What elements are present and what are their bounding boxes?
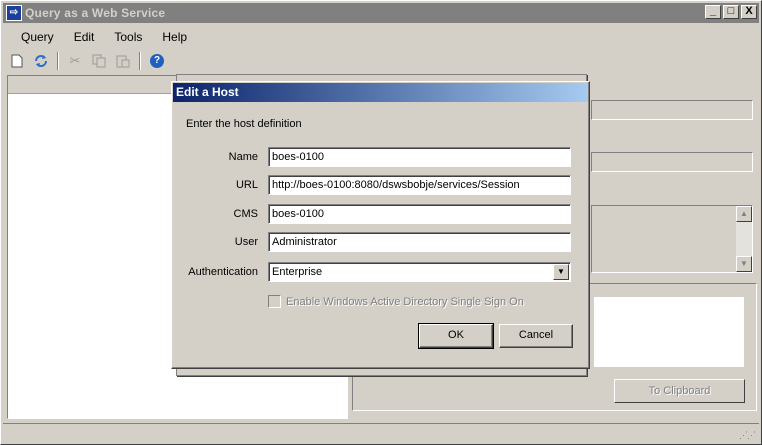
result-text-area[interactable]: [593, 296, 745, 368]
app-icon: ⇨: [6, 5, 22, 21]
sso-checkbox-row: Enable Windows Active Directory Single S…: [268, 295, 524, 308]
maximize-button[interactable]: □: [723, 5, 739, 19]
menu-edit[interactable]: Edit: [64, 28, 105, 46]
name-label: Name: [228, 151, 258, 163]
status-bar: ⋰⋰: [3, 423, 759, 443]
ok-button[interactable]: OK: [418, 323, 494, 349]
dialog-title[interactable]: Edit a Host: [173, 83, 588, 102]
user-input[interactable]: Administrator: [268, 232, 571, 252]
new-document-icon[interactable]: [7, 51, 27, 71]
user-label: User: [234, 236, 258, 248]
sso-checkbox-label: Enable Windows Active Directory Single S…: [286, 295, 524, 308]
menu-bar: Query Edit Tools Help: [11, 27, 197, 47]
toolbar: ✂ ?: [7, 50, 167, 72]
edit-host-dialog: Edit a Host Enter the host definition Na…: [171, 81, 590, 369]
name-input[interactable]: boes-0100: [268, 147, 571, 167]
detail-textarea[interactable]: ▲ ▼: [591, 205, 753, 273]
close-button[interactable]: X: [741, 5, 757, 19]
authentication-label: Authentication: [188, 266, 258, 278]
menu-query[interactable]: Query: [11, 28, 64, 46]
scrollbar[interactable]: ▲ ▼: [736, 206, 752, 272]
scroll-down-icon[interactable]: ▼: [736, 256, 752, 272]
to-clipboard-button[interactable]: To Clipboard: [614, 379, 745, 403]
refresh-icon[interactable]: [31, 51, 51, 71]
url-label: URL: [235, 179, 258, 191]
cancel-button[interactable]: Cancel: [499, 324, 573, 348]
detail-field-2[interactable]: [591, 152, 753, 172]
toolbar-separator: [57, 52, 59, 70]
menu-tools[interactable]: Tools: [104, 28, 152, 46]
sso-checkbox[interactable]: [268, 295, 281, 308]
url-input[interactable]: http://boes-0100:8080/dswsbobje/services…: [268, 175, 571, 195]
help-icon[interactable]: ?: [147, 51, 167, 71]
paste-icon[interactable]: [113, 51, 133, 71]
dialog-intro: Enter the host definition: [186, 118, 302, 130]
title-bar[interactable]: ⇨ Query as a Web Service _ □ X: [3, 3, 759, 23]
menu-help[interactable]: Help: [152, 28, 197, 46]
resize-grip-icon[interactable]: ⋰⋰: [739, 430, 756, 441]
window-title: Query as a Web Service: [25, 6, 166, 20]
cms-input[interactable]: boes-0100: [268, 204, 571, 224]
detail-field-1[interactable]: [591, 100, 753, 120]
cms-label: CMS: [233, 208, 258, 220]
cut-icon[interactable]: ✂: [65, 51, 85, 71]
authentication-value: Enterprise: [272, 266, 323, 278]
scroll-up-icon[interactable]: ▲: [736, 206, 752, 222]
toolbar-separator: [139, 52, 141, 70]
chevron-down-icon[interactable]: ▼: [553, 264, 569, 280]
copy-icon[interactable]: [89, 51, 109, 71]
authentication-select[interactable]: Enterprise ▼: [268, 262, 571, 282]
minimize-button[interactable]: _: [705, 5, 721, 19]
